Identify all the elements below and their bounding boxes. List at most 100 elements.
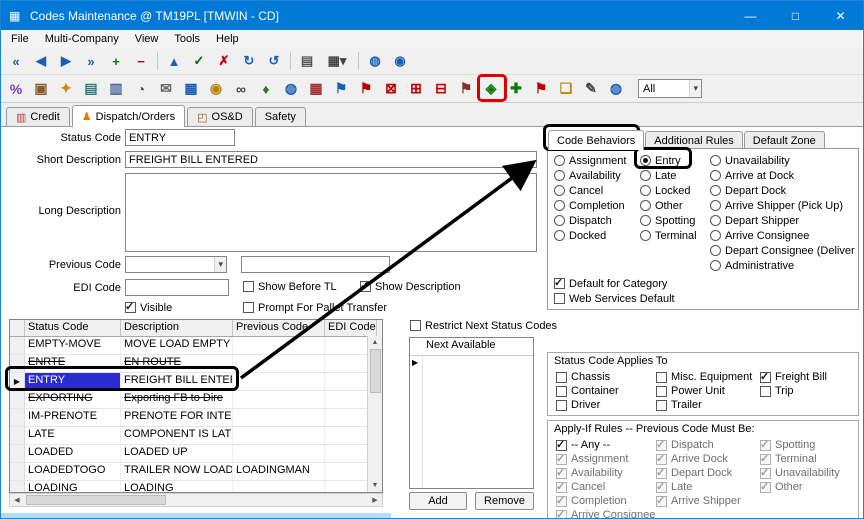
flag-maroon-icon[interactable]: ⚑ (455, 79, 477, 99)
row-selector[interactable] (10, 409, 25, 426)
cell-status-code[interactable]: EMPTY-MOVE (25, 337, 121, 354)
status-codes-grid[interactable]: Status CodeDescriptionPrevious CodeEDI C… (9, 319, 383, 493)
sort-ascending-icon[interactable]: ▲ (163, 51, 185, 71)
cell-description[interactable]: TRAILER NOW LOAD (121, 463, 233, 480)
checkbox-option[interactable]: Chassis (556, 370, 619, 384)
long-description-input[interactable] (125, 173, 537, 252)
rates-icon[interactable]: ▦ (180, 79, 202, 99)
cell-description[interactable]: LOADING (121, 481, 233, 493)
radio-button[interactable] (710, 185, 721, 196)
flag-blue-icon[interactable]: ⚑ (330, 79, 352, 99)
toolbar-separator[interactable] (157, 52, 158, 70)
codes-book-icon[interactable]: ▤ (80, 79, 102, 99)
checkbox-box[interactable] (760, 454, 771, 465)
tree-collapse-icon[interactable]: ⊟ (430, 79, 452, 99)
row-selector[interactable] (10, 355, 25, 372)
maximize-button[interactable]: □ (773, 1, 818, 30)
cell-previous-code[interactable] (233, 355, 325, 372)
next-record-icon[interactable]: ▶ (55, 51, 77, 71)
radio-option[interactable]: Administrative (710, 258, 855, 273)
cell-description[interactable]: FREIGHT BILL ENTER (121, 373, 233, 390)
scroll-down-icon[interactable]: ▼ (368, 479, 382, 492)
checkbox-option[interactable]: Power Unit (656, 384, 752, 398)
cell-status-code[interactable]: LOADED (25, 445, 121, 462)
mail-icon[interactable]: ✉ (155, 79, 177, 99)
table-row[interactable]: ENRTE EN ROUTE (10, 355, 382, 373)
tab[interactable]: ◰OS&D (187, 107, 253, 126)
previous-record-icon[interactable]: ◀ (30, 51, 52, 71)
checkbox-box[interactable] (760, 440, 771, 451)
radio-button[interactable] (640, 200, 651, 211)
print-icon[interactable]: ▤ (296, 51, 318, 71)
cell-description[interactable]: MOVE LOAD EMPTY (121, 337, 233, 354)
cell-description[interactable]: COMPONENT IS LATE (121, 427, 233, 444)
table-row[interactable]: LOADING LOADING (10, 481, 382, 493)
chevron-down-icon[interactable]: ▾ (689, 80, 701, 97)
cell-previous-code[interactable]: LOADINGMAN (233, 463, 325, 480)
radio-button[interactable] (710, 155, 721, 166)
radio-button[interactable] (554, 200, 565, 211)
grid-vertical-scrollbar[interactable]: ▲ ▼ (367, 336, 382, 492)
checkbox-option[interactable]: Arrive Consignee (556, 508, 655, 519)
checkbox-option[interactable]: Cancel (556, 480, 655, 494)
cell-status-code[interactable]: EXPORTING (25, 391, 121, 408)
row-selector[interactable] (10, 391, 25, 408)
add-button[interactable]: Add (409, 492, 467, 510)
checkbox-box[interactable] (656, 372, 667, 383)
radio-option[interactable]: Late (640, 168, 697, 183)
tab[interactable]: Code Behaviors (548, 130, 644, 150)
radio-option[interactable]: Assignment (554, 153, 626, 168)
radio-button[interactable] (710, 245, 721, 256)
menu-item[interactable]: Multi-Company (37, 33, 127, 45)
radio-option[interactable]: Arrive at Dock (710, 168, 855, 183)
toolbar-separator[interactable] (358, 52, 359, 70)
table-row[interactable]: IM-PRENOTE PRENOTE FOR INTE (10, 409, 382, 427)
checkbox-box[interactable] (243, 302, 254, 313)
minimize-button[interactable]: — (728, 1, 773, 30)
checkbox-option[interactable]: Unavailability (760, 466, 840, 480)
checkbox-option[interactable]: Arrive Shipper (656, 494, 741, 508)
checkbox-box[interactable] (410, 320, 421, 331)
copy-move-icon[interactable]: ▥ (105, 79, 127, 99)
radio-option[interactable]: Other (640, 198, 697, 213)
next-available-list[interactable]: Next Available ▶ (409, 337, 534, 489)
previous-code-select[interactable]: ▾ (125, 256, 227, 273)
edit-note-icon[interactable]: ✎ (580, 79, 602, 99)
radio-option[interactable]: Completion (554, 198, 626, 213)
toolbar-separator[interactable] (290, 52, 291, 70)
menu-item[interactable]: File (3, 33, 37, 45)
checkbox-option[interactable]: Terminal (760, 452, 840, 466)
cell-status-code[interactable]: LATE (25, 427, 121, 444)
cell-status-code[interactable]: ENRTE (25, 355, 121, 372)
checkbox-box[interactable] (656, 440, 667, 451)
checkbox-option[interactable]: Late (656, 480, 741, 494)
checkbox-box[interactable] (556, 400, 567, 411)
scrollbar-thumb[interactable] (26, 495, 166, 505)
checkbox-option[interactable]: Container (556, 384, 619, 398)
cell-previous-code[interactable] (233, 445, 325, 462)
image-style-dropdown-icon[interactable]: ▦▾ (321, 51, 353, 71)
table-row[interactable]: LATE COMPONENT IS LATE (10, 427, 382, 445)
table-row[interactable]: LOADEDTOGO TRAILER NOW LOAD LOADINGMAN (10, 463, 382, 481)
about-icon[interactable]: ◉ (389, 51, 411, 71)
find-status-codes-icon[interactable]: ◈ (480, 79, 502, 99)
add-record-icon[interactable]: + (105, 51, 127, 71)
checkbox-box[interactable] (554, 293, 565, 304)
radio-option[interactable]: Availability (554, 168, 626, 183)
scroll-up-icon[interactable]: ▲ (368, 336, 382, 349)
checkbox-box[interactable] (360, 281, 371, 292)
radio-option[interactable]: Spotting (640, 213, 697, 228)
cell-previous-code[interactable] (233, 391, 325, 408)
radio-button[interactable] (554, 185, 565, 196)
remove-button[interactable]: Remove (475, 492, 534, 510)
radio-option[interactable]: Depart Shipper (710, 213, 855, 228)
radio-option[interactable]: Entry (640, 153, 697, 168)
web-services-default-checkbox[interactable]: Web Services Default (554, 292, 675, 305)
table-row[interactable]: EXPORTING Exporting FB to Dire (10, 391, 382, 409)
edi-code-input[interactable] (125, 279, 229, 296)
cell-previous-code[interactable] (233, 481, 325, 493)
link-icon[interactable]: ∞ (230, 79, 252, 99)
cell-previous-code[interactable] (233, 373, 325, 390)
column-header[interactable]: Status Code (25, 320, 121, 336)
refresh-icon[interactable]: ↻ (238, 51, 260, 71)
